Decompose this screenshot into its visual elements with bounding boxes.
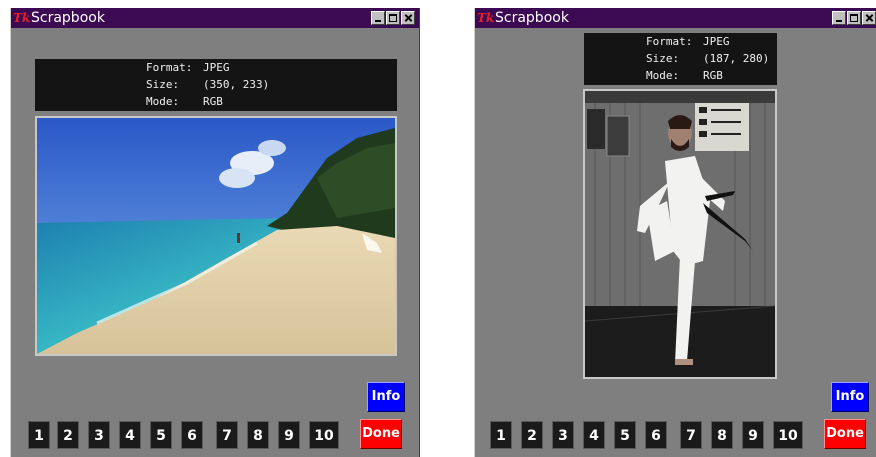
tk-logo-icon: Tk xyxy=(13,11,31,25)
mode-label: Mode: xyxy=(146,95,180,108)
title-bar[interactable]: Tk Scrapbook xyxy=(11,8,419,28)
scrapbook-window-1: Tk Scrapbook Format: JPEG Size: (350, 23… xyxy=(10,8,420,457)
mode-label: Mode: xyxy=(646,69,680,82)
info-button[interactable]: Info xyxy=(367,382,405,412)
format-value: JPEG xyxy=(203,61,230,74)
minimize-icon[interactable] xyxy=(371,11,385,25)
page-button-7[interactable]: 7 xyxy=(680,421,702,449)
page-button-7[interactable]: 7 xyxy=(216,421,238,449)
mode-value: RGB xyxy=(703,69,723,82)
page-button-5[interactable]: 5 xyxy=(150,421,172,449)
page-button-2[interactable]: 2 xyxy=(521,421,543,449)
size-label: Size: xyxy=(646,52,680,65)
size-value: (350, 233) xyxy=(203,78,270,91)
page-button-3[interactable]: 3 xyxy=(552,421,574,449)
image-info-panel: Format: JPEG Size: (350, 233) Mode: RGB xyxy=(35,59,397,111)
page-button-4[interactable]: 4 xyxy=(119,421,141,449)
image-info-panel: Format: JPEG Size: (187, 280) Mode: RGB xyxy=(584,33,777,85)
done-button[interactable]: Done xyxy=(824,419,866,449)
martial-arts-photo xyxy=(583,89,777,379)
window-title: Scrapbook xyxy=(495,10,569,26)
tk-logo-icon: Tk xyxy=(477,11,495,25)
format-label: Format: xyxy=(146,61,193,74)
page-button-9[interactable]: 9 xyxy=(278,421,300,449)
page-button-5[interactable]: 5 xyxy=(614,421,636,449)
page-button-2[interactable]: 2 xyxy=(57,421,79,449)
page-button-1[interactable]: 1 xyxy=(490,421,512,449)
page-button-4[interactable]: 4 xyxy=(583,421,605,449)
done-button[interactable]: Done xyxy=(360,419,402,449)
maximize-icon[interactable] xyxy=(386,11,400,25)
title-bar[interactable]: Tk Scrapbook xyxy=(475,8,876,28)
close-icon[interactable] xyxy=(401,11,415,25)
format-value: JPEG xyxy=(703,35,730,48)
page-button-6[interactable]: 6 xyxy=(181,421,203,449)
page-button-10[interactable]: 10 xyxy=(309,421,339,449)
page-button-10[interactable]: 10 xyxy=(773,421,803,449)
beach-photo xyxy=(35,116,397,356)
minimize-icon[interactable] xyxy=(832,11,846,25)
maximize-icon[interactable] xyxy=(847,11,861,25)
page-button-8[interactable]: 8 xyxy=(711,421,733,449)
page-button-8[interactable]: 8 xyxy=(247,421,269,449)
page-button-3[interactable]: 3 xyxy=(88,421,110,449)
size-label: Size: xyxy=(146,78,180,91)
page-button-1[interactable]: 1 xyxy=(28,421,50,449)
mode-value: RGB xyxy=(203,95,223,108)
info-button[interactable]: Info xyxy=(831,382,869,412)
format-label: Format: xyxy=(646,35,693,48)
size-value: (187, 280) xyxy=(703,52,770,65)
window-title: Scrapbook xyxy=(31,10,105,26)
close-icon[interactable] xyxy=(862,11,876,25)
scrapbook-window-2: Tk Scrapbook Format: JPEG Size: (187, 28… xyxy=(474,8,876,457)
page-button-9[interactable]: 9 xyxy=(742,421,764,449)
page-button-6[interactable]: 6 xyxy=(645,421,667,449)
